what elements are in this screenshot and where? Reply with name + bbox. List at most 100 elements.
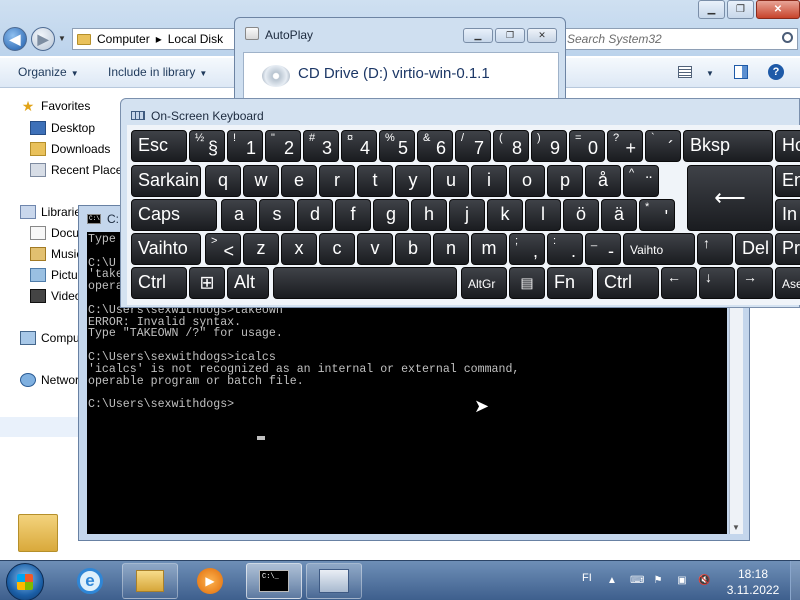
key-8[interactable]: (8 [493,130,529,162]
key-alt[interactable]: Alt [227,267,269,299]
keyboard-tray-icon[interactable]: ⌨ [630,575,644,587]
key-k[interactable]: k [487,199,523,231]
key-space[interactable] [273,267,457,299]
key-q[interactable]: q [205,165,241,197]
key-p[interactable]: p [547,165,583,197]
nav-network[interactable]: Network [20,373,85,387]
nav-favorites[interactable]: ★ Favorites [20,99,91,113]
scroll-down-icon[interactable]: ▼ [732,523,740,532]
key-shift-left[interactable]: Vaihto [131,233,201,265]
key-o-umlaut[interactable]: ö [563,199,599,231]
network-tray-icon[interactable]: ▣ [676,575,688,587]
help-icon[interactable]: ? [768,64,784,80]
show-hidden-icons-icon[interactable]: ▲ [606,575,618,587]
volume-muted-icon[interactable]: 🔇 [698,575,710,587]
key-c[interactable]: c [319,233,355,265]
key-a-umlaut[interactable]: ä [601,199,637,231]
key-tab[interactable]: Sarkain [131,165,201,197]
key-u[interactable]: u [433,165,469,197]
minimize-button[interactable]: ▁ [698,0,725,19]
nav-downloads[interactable]: Downloads [30,142,110,156]
nav-music[interactable]: Music [30,247,82,261]
key-4[interactable]: ¤ 4 [341,130,377,162]
key-a-ring[interactable]: å [585,165,621,197]
key-d[interactable]: d [297,199,333,231]
key-asterisk[interactable]: * ' [639,199,675,231]
clock[interactable]: 18:18 3.11.2022 [720,566,786,598]
key-caps-lock[interactable]: Caps [131,199,217,231]
explorer-taskbar-button[interactable] [122,563,178,599]
key-minus[interactable]: _ - [585,233,621,265]
key-g[interactable]: g [373,199,409,231]
key-ctrl-right[interactable]: Ctrl [597,267,659,299]
key-windows[interactable]: ⊞ [189,267,225,299]
preview-pane-icon[interactable] [734,65,748,79]
close-button[interactable]: ✕ [756,0,800,19]
key-shift-right[interactable]: Vaihto [623,233,695,265]
key-arrow-down[interactable]: ↓ [699,267,735,299]
key-home[interactable]: Ho [775,130,800,162]
key-x[interactable]: x [281,233,317,265]
organize-button[interactable]: Organize ▼ [18,65,79,79]
breadcrumb-local-disk[interactable]: Local Disk [168,32,223,46]
forward-button[interactable]: ▶ [31,27,55,51]
key-e[interactable]: e [281,165,317,197]
search-input[interactable]: Search System32 [562,28,798,50]
key-7[interactable]: /7 [455,130,491,162]
key-h[interactable]: h [411,199,447,231]
key-acute[interactable]: ` ´ [645,130,681,162]
key-2[interactable]: " 2 [265,130,301,162]
key-ctrl-left[interactable]: Ctrl [131,267,187,299]
key-s[interactable]: s [259,199,295,231]
key-1[interactable]: ! 1 [227,130,263,162]
key-print-screen[interactable]: Pr [775,233,800,265]
key-f[interactable]: f [335,199,371,231]
key-w[interactable]: w [243,165,279,197]
maximize-button[interactable]: ❐ [495,28,525,43]
back-button[interactable]: ◀ [3,27,27,51]
breadcrumb-computer[interactable]: Computer [97,32,150,46]
action-center-flag-icon[interactable]: ⚑ [652,575,664,587]
key-y[interactable]: y [395,165,431,197]
key-menu[interactable]: ▤ [509,267,545,299]
key-section[interactable]: ½ § [189,130,225,162]
key-esc[interactable]: Esc [131,130,187,162]
key-enter[interactable]: ⟵ [687,165,773,231]
minimize-button[interactable]: ▁ [463,28,493,43]
key-end[interactable]: En [775,165,800,197]
key-v[interactable]: v [357,233,393,265]
key-comma[interactable]: ;, [509,233,545,265]
nav-desktop[interactable]: Desktop [30,121,95,135]
key-ase[interactable]: Ase [775,267,800,299]
key-m[interactable]: m [471,233,507,265]
key-arrow-left[interactable]: ← [661,267,697,299]
cmd-taskbar-button[interactable]: C:\_ [246,563,302,599]
osk-taskbar-button[interactable] [306,563,362,599]
key-less-than[interactable]: > < [205,233,241,265]
maximize-button[interactable]: ❐ [727,0,754,19]
media-player-button[interactable]: ▶ [182,563,238,599]
include-in-library-button[interactable]: Include in library ▼ [108,65,207,79]
history-dropdown-icon[interactable]: ▼ [58,34,66,43]
search-icon[interactable] [782,32,793,43]
key-b[interactable]: b [395,233,431,265]
address-bar[interactable]: Computer ▸ Local Disk [72,28,242,50]
key-n[interactable]: n [433,233,469,265]
key-6[interactable]: & 6 [417,130,453,162]
key-i[interactable]: i [471,165,507,197]
key-9[interactable]: ) 9 [531,130,567,162]
key-a[interactable]: a [221,199,257,231]
close-button[interactable]: ✕ [527,28,557,43]
key-fn[interactable]: Fn [547,267,593,299]
key-plus[interactable]: ? + [607,130,643,162]
key-altgr[interactable]: AltGr [461,267,507,299]
show-desktop-button[interactable] [790,561,800,600]
key-3[interactable]: #3 [303,130,339,162]
key-arrow-up[interactable]: ↑ [697,233,733,265]
folder-icon[interactable] [18,514,58,552]
view-dropdown-icon[interactable]: ▼ [702,65,714,79]
key-backspace[interactable]: Bksp [683,130,773,162]
key-o[interactable]: o [509,165,545,197]
key-period[interactable]: :. [547,233,583,265]
key-caret[interactable]: ^ ¨ [623,165,659,197]
